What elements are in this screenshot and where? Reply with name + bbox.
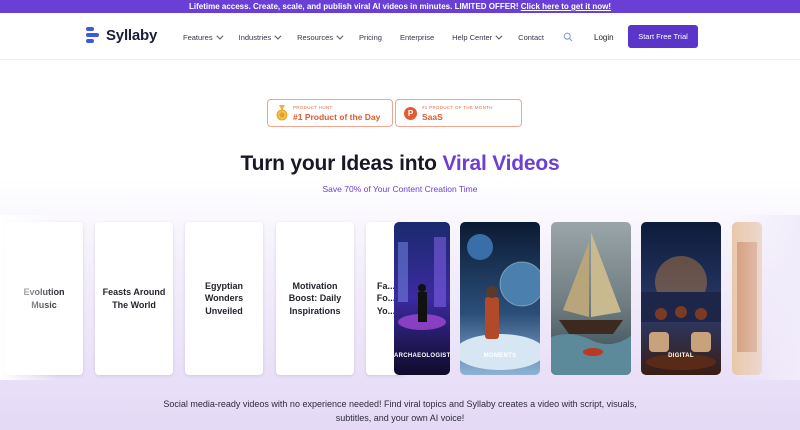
hero-title: Turn your Ideas into Viral Videos [0,152,800,176]
topic-card-label: Motivation Boost: Daily Inspirations [288,280,342,316]
main-menu: Features Industries Resources Pricing En… [183,32,562,42]
menu-item-features[interactable]: Features [183,32,224,42]
product-of-month-badge[interactable]: P #1 PRODUCT OF THE MONTH SaaS [395,99,522,127]
badge-small-text: #1 PRODUCT OF THE MONTH [422,104,493,110]
video-thumbnail[interactable]: MOMENTS [460,222,540,375]
badge-small-text: PRODUCT HUNT [293,104,333,110]
product-hunt-icon: P [404,106,417,120]
product-of-day-badge[interactable]: PRODUCT HUNT #1 Product of the Day [267,99,393,127]
topic-card-label: Feasts Around The World [102,286,166,310]
hero-subtitle: Save 70% of Your Content Creation Time [322,184,478,194]
topic-card[interactable]: Egyptian Wonders Unveiled [185,222,263,375]
search-icon[interactable] [563,32,573,42]
menu-item-contact[interactable]: Contact [518,33,544,42]
start-free-trial-button[interactable]: Start Free Trial [628,25,698,48]
logo[interactable]: Syllaby [86,26,157,44]
badge-title: SaaS [422,111,443,122]
chevron-down-icon [336,32,344,40]
logo-text: Syllaby [106,26,158,44]
chevron-down-icon [215,32,224,40]
video-thumbnail[interactable]: DIGITAL [641,222,721,375]
carousel-fade-right [730,215,800,380]
login-link[interactable]: Login [594,33,614,42]
hero-description: Social media-ready videos with no experi… [163,399,637,423]
logo-icon [86,26,100,44]
promo-banner: Lifetime access. Create, scale, and publ… [0,0,800,13]
menu-item-label: Enterprise [399,33,435,42]
promo-link[interactable]: Click here to get it now! [521,2,611,11]
menu-item-pricing[interactable]: Pricing [359,33,382,42]
chevron-down-icon [274,32,282,40]
menu-item-help-center[interactable]: Help Center [452,32,503,42]
topic-card[interactable]: Feasts Around The World [95,222,173,375]
badge-title: #1 Product of the Day [293,111,381,122]
menu-item-label: Help Center [452,33,493,42]
menu-item-enterprise[interactable]: Enterprise [400,33,434,42]
hero-title-plain: Turn your Ideas into [240,152,443,175]
topic-card-label: Egyptian Wonders Unveiled [204,280,244,316]
medal-icon [276,105,288,121]
thumbnail-caption: MOMENTS [483,353,517,359]
thumbnail-caption: DIGITAL [668,353,694,359]
menu-item-label: Features [183,33,213,42]
menu-item-label: Contact [518,33,545,42]
topic-card[interactable]: Motivation Boost: Daily Inspirations [276,222,354,375]
promo-text: Lifetime access. Create, scale, and publ… [188,2,521,11]
menu-item-label: Resources [297,33,333,42]
thumbnail-caption: ARCHAEOLOGISTS [394,353,450,359]
carousel-fade-left [0,215,60,380]
hero-title-accent: Viral Videos [442,152,560,175]
menu-item-label: Industries [238,33,272,42]
menu-item-industries[interactable]: Industries [238,32,282,42]
menu-item-resources[interactable]: Resources [297,32,344,42]
ship-thumbnail-image [551,222,631,375]
menu-item-label: Pricing [359,33,382,42]
chevron-down-icon [495,32,503,40]
video-thumbnail[interactable]: ARCHAEOLOGISTS [394,222,450,375]
video-thumbnail[interactable] [551,222,631,375]
